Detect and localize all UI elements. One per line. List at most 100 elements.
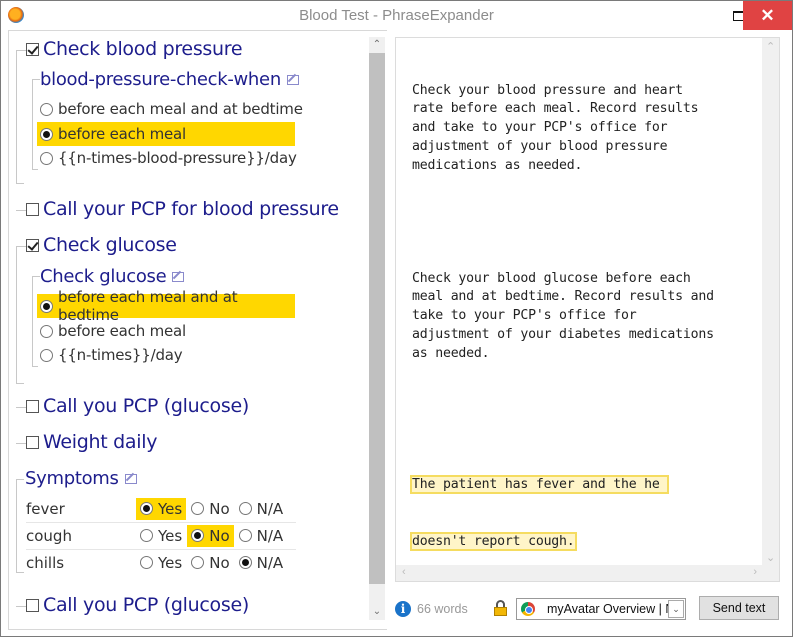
scroll-up-icon[interactable]: ⌃ [766,40,775,53]
group-title-check-glucose: Check glucose [40,266,185,287]
form-scrollbar[interactable]: ⌃ ⌄ [369,37,385,620]
tree-line [32,79,33,169]
app-window: Blood Test - PhraseExpander ✕ Check bloo… [0,0,793,637]
radio-icon [40,348,53,362]
tree-line [16,572,24,573]
fever-yes-radio[interactable]: Yes [136,497,187,520]
maximize-icon [732,10,744,21]
tree-line [16,50,17,183]
radio-selected-icon [238,556,252,569]
preview-text[interactable]: Check your blood pressure and heart rate… [409,44,762,589]
radio-selected-icon [40,299,53,313]
scroll-right-icon[interactable]: › [753,566,757,578]
checkbox-icon [26,399,39,413]
check-blood-pressure-checkbox[interactable]: Check blood pressure [26,38,243,60]
close-icon: ✕ [760,5,775,25]
window-title: Blood Test - PhraseExpander [299,7,494,24]
edit-icon[interactable] [286,74,299,85]
fever-na-radio[interactable]: N/A [235,498,288,520]
tree-line [16,210,26,211]
preview-pane: Check your blood pressure and heart rate… [395,37,780,582]
chills-na-radio[interactable]: N/A [235,552,288,574]
radio-icon [191,502,205,515]
checkbox-checked-icon [26,42,39,56]
radio-glucose-before-meal[interactable]: before each meal [37,319,192,343]
checkbox-icon [26,598,39,612]
chrome-icon [521,602,535,616]
group-title-symptoms: Symptoms [25,468,137,489]
radio-icon [238,529,252,542]
lock-icon[interactable] [494,600,507,616]
check-glucose-checkbox[interactable]: Check glucose [26,234,177,256]
radio-icon [140,556,153,569]
chevron-down-icon[interactable]: ⌄ [668,600,684,618]
edit-icon[interactable] [172,271,185,282]
checkbox-icon [26,435,39,449]
weight-daily-checkbox[interactable]: Weight daily [26,431,157,453]
group-title-blood-pressure-check-when: blood-pressure-check-when [40,69,299,90]
radio-icon [40,102,53,116]
tree-line [16,246,26,247]
preview-vertical-scrollbar[interactable]: ⌃ ⌄ [762,38,779,566]
call-pcp-glucose-2-checkbox[interactable]: Call you PCP (glucose) [26,594,249,616]
scrollbar-corner [762,565,779,581]
radio-glucose-meal-and-bedtime[interactable]: before each meal and at bedtime [37,288,295,324]
radio-icon [238,502,252,515]
fever-no-radio[interactable]: No [187,498,233,520]
radio-selected-icon [191,529,205,542]
form-pane: Check blood pressure blood-pressure-chec… [8,30,387,630]
highlighted-text: doesn't report cough. [410,531,577,551]
tree-line [32,276,40,277]
scrollbar-thumb[interactable] [369,53,385,584]
radio-bp-n-times[interactable]: {{n-times-blood-pressure}}/day [37,146,303,170]
checkbox-icon [26,202,39,216]
checkbox-checked-icon [26,238,39,252]
preview-paragraph: Check your blood pressure and heart rate… [412,82,699,173]
radio-icon [40,151,53,165]
symptom-row-cough: cough Yes No N/A [26,522,306,549]
tree-line [16,183,24,184]
call-pcp-glucose-checkbox[interactable]: Call you PCP (glucose) [26,395,249,417]
radio-bp-before-meal[interactable]: before each meal [37,122,295,146]
tree-line [16,383,24,384]
footer-bar: i 66 words myAvatar Overview | N ⌄ Send … [395,595,785,623]
symptom-row-fever: fever Yes No N/A [26,495,306,522]
radio-bp-meal-and-bedtime[interactable]: before each meal and at bedtime [37,97,309,121]
info-icon[interactable]: i [395,601,411,617]
radio-icon [40,324,53,338]
call-pcp-blood-pressure-checkbox[interactable]: Call your PCP for blood pressure [26,198,339,220]
cough-na-radio[interactable]: N/A [235,525,288,547]
cough-no-radio[interactable]: No [187,524,234,547]
chills-yes-radio[interactable]: Yes [136,552,186,574]
scroll-up-icon[interactable]: ⌃ [369,37,385,53]
scroll-down-icon[interactable]: ⌄ [369,604,385,620]
radio-selected-icon [40,127,53,141]
symptom-row-chills: chills Yes No N/A [26,549,306,576]
scroll-down-icon[interactable]: ⌄ [766,551,775,564]
radio-icon [191,556,205,569]
close-button[interactable]: ✕ [743,1,792,30]
tree-line [16,479,17,572]
tree-line [16,50,26,51]
radio-selected-icon [140,502,153,515]
cough-yes-radio[interactable]: Yes [136,525,186,547]
target-app-select[interactable]: myAvatar Overview | N ⌄ [516,598,686,620]
edit-icon[interactable] [124,473,137,484]
tree-line [32,79,40,80]
tree-line [16,246,17,383]
send-text-button[interactable]: Send text [699,596,779,620]
radio-glucose-n-times[interactable]: {{n-times}}/day [37,343,188,367]
tree-line [16,407,26,408]
tree-line [16,443,26,444]
tree-line [16,479,24,480]
highlighted-text: The patient has fever and the he [409,475,670,495]
title-bar: Blood Test - PhraseExpander ✕ [1,1,792,30]
chills-no-radio[interactable]: No [187,552,233,574]
word-count: 66 words [417,602,468,616]
preview-horizontal-scrollbar[interactable]: ‹ › [396,565,763,581]
radio-icon [140,529,153,542]
preview-paragraph: Check your blood glucose before each mea… [412,270,714,361]
tree-line [16,606,26,607]
scroll-left-icon[interactable]: ‹ [402,566,406,578]
tree-line [32,276,33,366]
